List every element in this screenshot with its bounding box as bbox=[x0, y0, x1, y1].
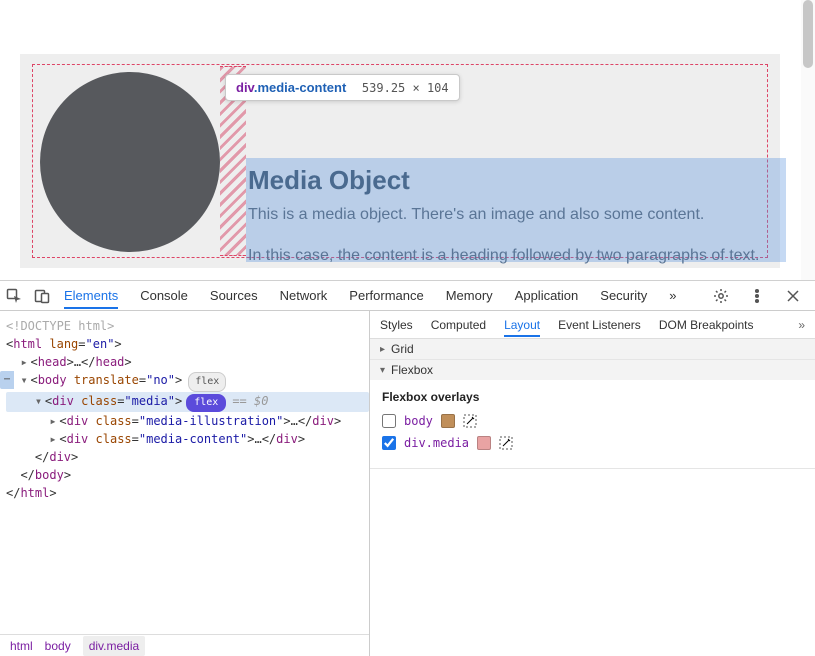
tab-sources[interactable]: Sources bbox=[210, 282, 258, 309]
overlays-title: Flexbox overlays bbox=[382, 390, 803, 404]
sidebar: Styles Computed Layout Event Listeners D… bbox=[370, 311, 815, 656]
sidebar-tabs-overflow-icon[interactable]: » bbox=[798, 318, 805, 332]
dom-row[interactable]: <!DOCTYPE html> bbox=[6, 317, 369, 335]
media-paragraph: In this case, the content is a heading f… bbox=[248, 247, 759, 265]
overlay-checkbox-media[interactable] bbox=[382, 436, 396, 450]
overlay-color-swatch[interactable] bbox=[441, 414, 455, 428]
tooltip-tag: div bbox=[236, 80, 254, 95]
device-toggle-icon[interactable] bbox=[28, 282, 56, 310]
scrollbar-thumb[interactable] bbox=[803, 0, 813, 68]
section-title: Grid bbox=[391, 342, 414, 356]
dom-row[interactable]: <html lang="en"> bbox=[6, 335, 369, 353]
dom-row[interactable]: </div> bbox=[6, 448, 369, 466]
tab-elements[interactable]: Elements bbox=[64, 282, 118, 309]
devtools-main-tabs: Elements Console Sources Network Perform… bbox=[56, 282, 707, 309]
dom-row[interactable]: </body> bbox=[6, 466, 369, 484]
page-preview: Media Object This is a media object. The… bbox=[0, 0, 815, 281]
dom-row[interactable]: </html> bbox=[6, 484, 369, 502]
tooltip-dimensions: 539.25 × 104 bbox=[362, 81, 449, 95]
flex-badge-active[interactable]: flex bbox=[186, 394, 226, 412]
dom-tree[interactable]: ⋯ <!DOCTYPE html> <html lang="en"> ▸<hea… bbox=[0, 311, 370, 656]
tab-performance[interactable]: Performance bbox=[349, 282, 423, 309]
crumb-html[interactable]: html bbox=[10, 637, 33, 655]
tab-computed[interactable]: Computed bbox=[431, 313, 486, 337]
tab-styles[interactable]: Styles bbox=[380, 313, 413, 337]
tab-console[interactable]: Console bbox=[140, 282, 188, 309]
section-head-flexbox[interactable]: ▾ Flexbox bbox=[370, 360, 815, 380]
flex-badge[interactable]: flex bbox=[188, 372, 226, 392]
chevron-right-icon: ▸ bbox=[380, 344, 385, 355]
tab-layout[interactable]: Layout bbox=[504, 313, 540, 337]
console-ref: == $0 bbox=[232, 394, 268, 408]
tooltip-class: .media-content bbox=[254, 80, 346, 95]
overlay-label[interactable]: body bbox=[404, 414, 433, 428]
breadcrumb: html body div.media bbox=[0, 634, 369, 656]
tab-memory[interactable]: Memory bbox=[446, 282, 493, 309]
dom-row[interactable]: ▸<div class="media-content">…</div> bbox=[6, 430, 369, 448]
close-icon[interactable] bbox=[779, 282, 807, 310]
overlay-row-media: div.media bbox=[382, 436, 803, 450]
dom-row-selected[interactable]: ▾<div class="media">flex== $0 bbox=[6, 392, 369, 412]
dom-row[interactable]: ▸<head>…</head> bbox=[6, 353, 369, 371]
section-title: Flexbox bbox=[391, 363, 433, 377]
tab-application[interactable]: Application bbox=[515, 282, 579, 309]
section-grid: ▸ Grid bbox=[370, 339, 815, 360]
section-head-grid[interactable]: ▸ Grid bbox=[370, 339, 815, 359]
overlay-checkbox-body[interactable] bbox=[382, 414, 396, 428]
overlay-options-icon[interactable] bbox=[499, 436, 513, 450]
media-heading: Media Object bbox=[248, 165, 410, 196]
overlay-label[interactable]: div.media bbox=[404, 436, 469, 450]
overlay-row-body: body bbox=[382, 414, 803, 428]
tabs-overflow-icon[interactable]: » bbox=[669, 288, 676, 303]
devtools-toolbar: Elements Console Sources Network Perform… bbox=[0, 281, 815, 311]
tab-network[interactable]: Network bbox=[280, 282, 328, 309]
dom-row[interactable]: ▸<div class="media-illustration">…</div> bbox=[6, 412, 369, 430]
section-flexbox: ▾ Flexbox Flexbox overlays body bbox=[370, 360, 815, 469]
tab-dom-breakpoints[interactable]: DOM Breakpoints bbox=[659, 313, 754, 337]
gear-icon[interactable] bbox=[707, 282, 735, 310]
element-tooltip: div.media-content 539.25 × 104 bbox=[225, 74, 460, 101]
crumb-body[interactable]: body bbox=[45, 637, 71, 655]
crumb-current[interactable]: div.media bbox=[83, 636, 145, 656]
selection-gutter-icon: ⋯ bbox=[0, 371, 14, 389]
media-paragraph: This is a media object. There's an image… bbox=[248, 206, 704, 224]
chevron-down-icon: ▾ bbox=[380, 365, 385, 376]
sidebar-tabs: Styles Computed Layout Event Listeners D… bbox=[370, 311, 815, 339]
overlay-color-swatch[interactable] bbox=[477, 436, 491, 450]
tab-event-listeners[interactable]: Event Listeners bbox=[558, 313, 641, 337]
inspect-icon[interactable] bbox=[0, 282, 28, 310]
media-illustration-circle bbox=[40, 72, 220, 252]
preview-scrollbar[interactable] bbox=[801, 0, 815, 280]
dom-row[interactable]: ▾<body translate="no">flex bbox=[6, 371, 369, 392]
tab-security[interactable]: Security bbox=[600, 282, 647, 309]
overlay-options-icon[interactable] bbox=[463, 414, 477, 428]
kebab-icon[interactable] bbox=[743, 282, 771, 310]
